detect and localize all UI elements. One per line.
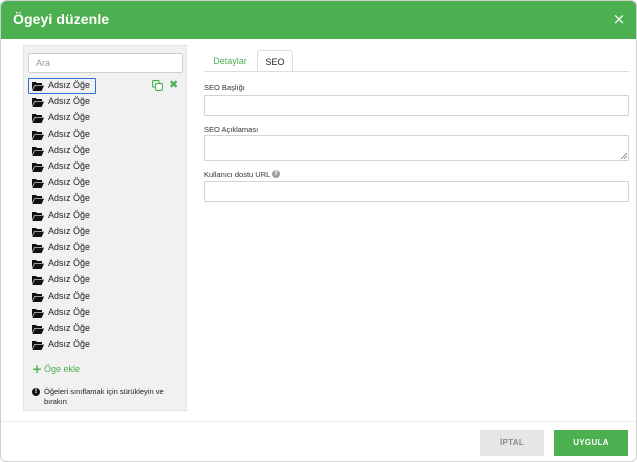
seo-description-label: SEO Açıklaması <box>204 125 259 134</box>
tree-item[interactable]: Adsız Öğe <box>28 224 186 240</box>
drag-hint-text: Öğeleri sınıflamak için sürükleyin ve bı… <box>44 387 164 406</box>
footer-divider <box>1 421 636 422</box>
tab-seo[interactable]: SEO <box>257 50 293 72</box>
tree-item-label: Adsız Öğe <box>48 112 91 123</box>
resize-grip-icon[interactable] <box>620 152 627 159</box>
tree-item[interactable]: Adsız Öğe ✖ <box>28 78 186 94</box>
add-item-label: Öge ekle <box>44 364 81 374</box>
tree-item-label: Adsız Öğe <box>48 306 91 317</box>
close-icon[interactable]: × <box>611 11 627 27</box>
tree-item[interactable]: Adsız Öğe <box>28 289 186 305</box>
tree-item-label: Adsız Öğe <box>48 290 91 301</box>
tree-item[interactable]: Adsız Öğe <box>28 127 186 143</box>
plus-icon: + <box>32 362 43 376</box>
tree-item[interactable]: Adsız Öğe <box>28 94 186 110</box>
seo-description-textarea[interactable] <box>204 135 629 161</box>
folder-open-icon <box>32 227 44 237</box>
tree-item-label: Adsız Öğe <box>48 144 91 155</box>
help-icon[interactable]: ? <box>272 170 280 178</box>
tree-item[interactable]: Adsız Öğe <box>28 143 186 159</box>
edit-item-dialog: Ögeyi düzenle × Adsız Öğe✖Adsız ÖğeAdsız… <box>0 0 637 462</box>
tab-details[interactable]: Detaylar <box>204 50 256 72</box>
folder-open-icon <box>32 146 44 156</box>
tree-item-label: Adsız Öğe <box>48 96 91 107</box>
tree-item[interactable]: Adsız Öğe <box>28 208 186 224</box>
tree-item-label: Adsız Öğe <box>48 128 91 139</box>
tree-item-label: Adsız Öğe <box>48 225 91 236</box>
folder-open-icon <box>32 195 44 205</box>
tree-item-label: Adsız Öğe <box>48 339 91 350</box>
tree-item[interactable]: Adsız Öğe <box>28 256 186 272</box>
folder-open-icon <box>32 244 44 253</box>
friendly-url-label: Kullanıcı dostu URL <box>204 170 271 179</box>
tree-item-label: Adsız Öğe <box>48 193 91 204</box>
tree-item[interactable]: Adsız Öğe <box>28 159 186 175</box>
selection-outline <box>28 78 96 94</box>
dialog-title: Ögeyi düzenle <box>13 11 110 27</box>
delete-icon[interactable]: ✖ <box>169 79 180 91</box>
tree-item[interactable]: Adsız Öğe <box>28 305 186 321</box>
info-icon: ! <box>32 388 40 396</box>
tree-item-label: Adsız Öğe <box>48 258 91 269</box>
scroll-fade <box>28 350 186 358</box>
folder-open-icon <box>32 325 44 334</box>
apply-button[interactable]: UYGULA <box>554 430 628 456</box>
tree-item[interactable]: Adsız Öğe <box>28 175 186 191</box>
tree-item[interactable]: Adsız Öğe <box>28 321 186 337</box>
folder-open-icon <box>32 179 44 189</box>
item-tree: Adsız Öğe ✖ Adsız Öğe Adsız Öğe Adsız Öğe Ads… <box>28 78 186 358</box>
tree-item-label: Adsız Öğe <box>48 161 91 171</box>
duplicate-icon[interactable] <box>152 80 163 91</box>
folder-open-icon <box>32 130 44 140</box>
tree-item[interactable]: Adsız Öğe <box>28 191 186 207</box>
search-input[interactable] <box>28 53 183 73</box>
tree-item-label: Adsız Öğe <box>48 274 91 285</box>
folder-open-icon <box>32 308 44 318</box>
seo-title-input[interactable] <box>204 95 629 116</box>
cancel-button[interactable]: İPTAL <box>480 430 544 456</box>
folder-open-icon <box>32 292 44 302</box>
folder-open-icon <box>32 260 44 270</box>
tab-divider <box>204 71 629 72</box>
tree-item-label: Adsız Öğe <box>48 209 91 220</box>
tree-item[interactable]: Adsız Öğe <box>28 110 186 126</box>
tree-item[interactable]: Adsız Öğe <box>28 272 186 288</box>
items-panel: Adsız Öğe✖Adsız ÖğeAdsız ÖğeAdsız ÖğeAds… <box>23 45 187 411</box>
folder-open-icon <box>32 211 44 221</box>
folder-open-icon <box>32 98 44 108</box>
folder-open-icon <box>32 163 44 172</box>
folder-open-icon <box>32 276 44 286</box>
seo-title-label: SEO Başlığı <box>204 83 245 92</box>
tree-item-label: Adsız Öğe <box>48 323 91 333</box>
folder-open-icon <box>32 341 44 351</box>
friendly-url-input[interactable] <box>204 181 629 202</box>
folder-open-icon <box>32 114 44 124</box>
tree-item[interactable]: Adsız Öğe <box>28 240 186 256</box>
tree-item-label: Adsız Öğe <box>48 242 91 252</box>
dialog-header: Ögeyi düzenle × <box>1 1 636 39</box>
tree-item-label: Adsız Öğe <box>48 177 91 188</box>
